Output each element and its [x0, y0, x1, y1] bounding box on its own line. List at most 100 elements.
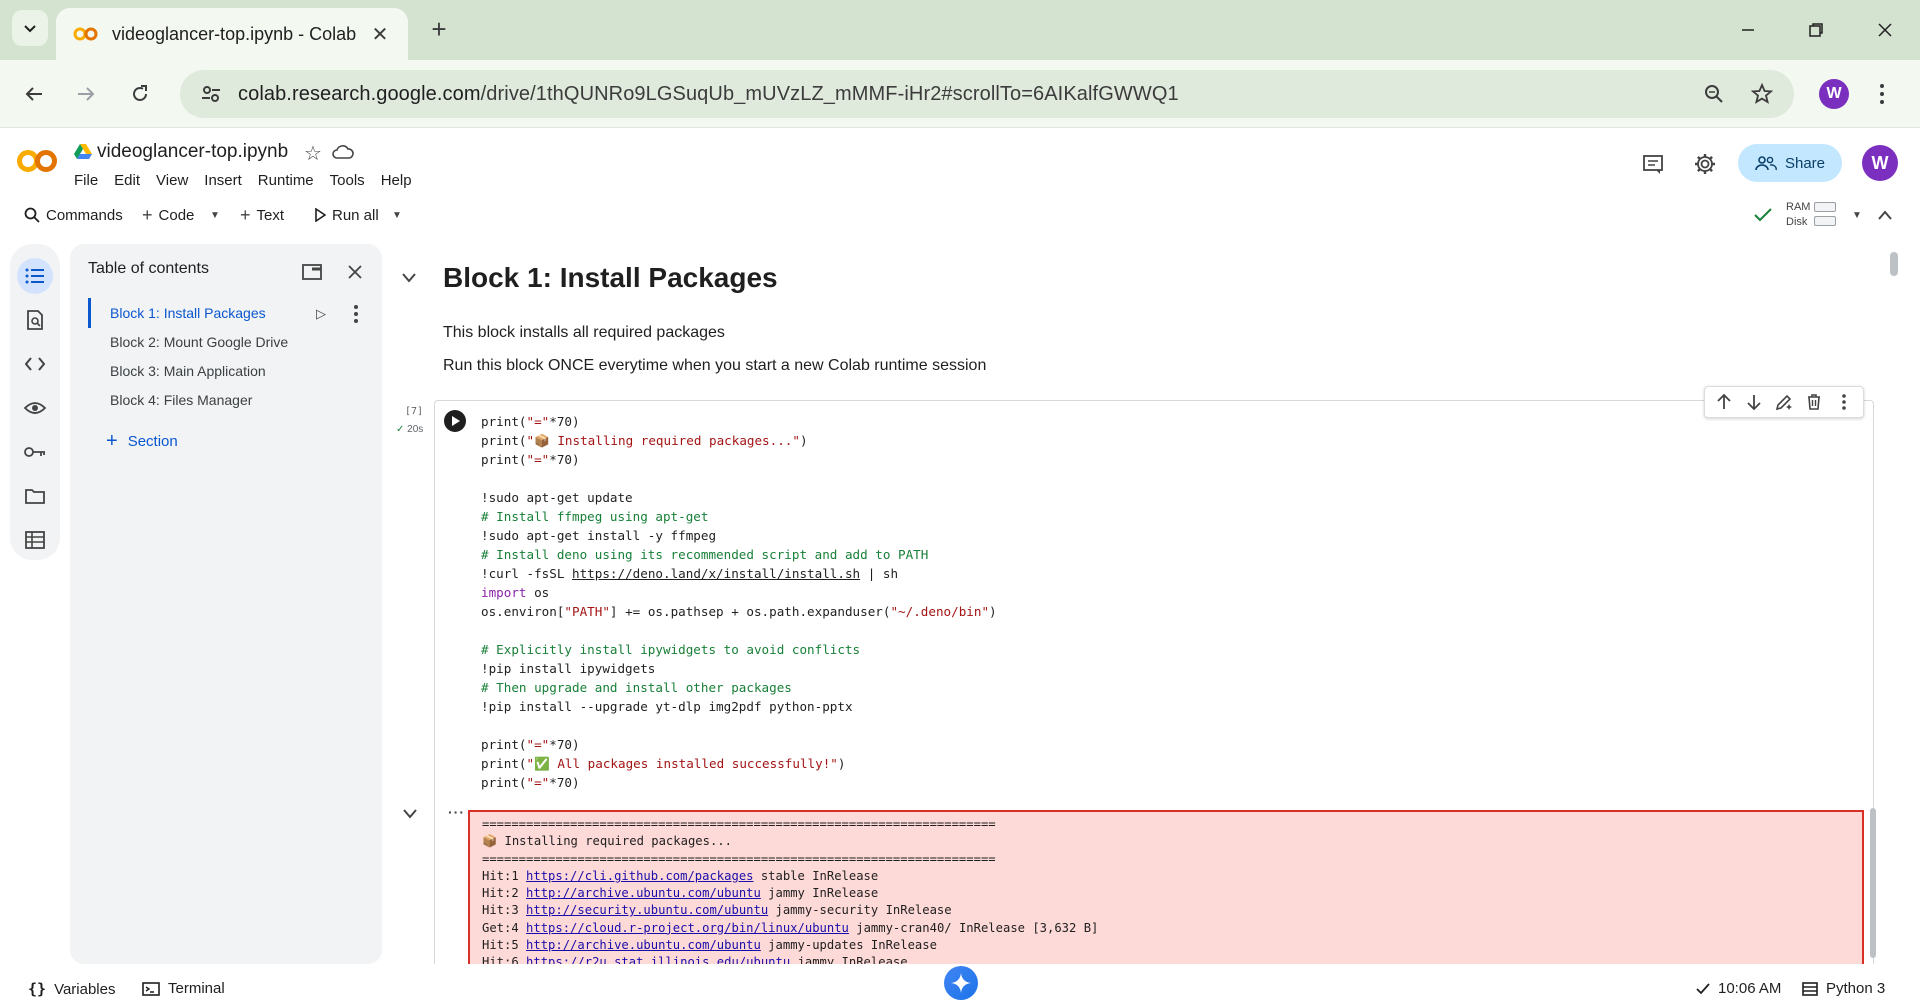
output-line: Hit:6 https://r2u.stat.illinois.edu/ubun… — [482, 954, 1850, 964]
notebook-scrollbar[interactable] — [1890, 252, 1898, 276]
share-button[interactable]: Share — [1738, 144, 1842, 182]
browser-profile-avatar[interactable]: W — [1819, 79, 1849, 109]
toc-item-block-3[interactable]: Block 3: Main Application — [110, 363, 266, 379]
star-icon[interactable]: ☆ — [304, 141, 322, 166]
new-tab-button[interactable]: + — [424, 14, 454, 44]
minimize-button[interactable] — [1728, 12, 1768, 48]
colab-logo-icon[interactable] — [16, 148, 58, 174]
code-snippets-rail-button[interactable] — [17, 346, 53, 382]
toc-item-block-2[interactable]: Block 2: Mount Google Drive — [110, 334, 288, 350]
output-link[interactable]: http://archive.ubuntu.com/ubuntu — [526, 886, 761, 900]
chevron-up-icon — [1878, 210, 1892, 220]
disk-label: Disk — [1786, 216, 1808, 228]
menu-insert[interactable]: Insert — [204, 172, 242, 189]
cell-output[interactable]: ========================================… — [468, 810, 1864, 964]
variables-button[interactable]: {} Variables — [28, 980, 115, 998]
address-bar[interactable]: colab.research.google.com/drive/1thQUNRo… — [180, 70, 1794, 118]
output-link[interactable]: https://cli.github.com/packages — [526, 869, 753, 883]
collapse-output-chevron-icon[interactable] — [403, 806, 417, 822]
terminal-button[interactable]: Terminal — [142, 980, 225, 997]
output-link[interactable]: http://security.ubuntu.com/ubuntu — [526, 903, 768, 917]
close-panel-icon[interactable] — [343, 260, 367, 284]
run-all-button[interactable]: Run all — [314, 202, 379, 228]
ram-disk-indicator[interactable]: RAM Disk — [1786, 200, 1810, 230]
run-all-dropdown[interactable]: ▼ — [392, 202, 402, 228]
edit-cell-button[interactable] — [1772, 390, 1796, 414]
resources-dropdown[interactable]: ▼ — [1852, 202, 1862, 228]
menu-help[interactable]: Help — [381, 172, 412, 189]
runtime-list-icon — [1802, 981, 1818, 996]
commands-button[interactable]: Commands — [24, 202, 123, 228]
settings-gear-icon[interactable] — [1691, 150, 1719, 178]
ram-label: RAM — [1786, 201, 1811, 213]
secrets-rail-button[interactable] — [17, 434, 53, 470]
menu-edit[interactable]: Edit — [114, 172, 140, 189]
add-code-button[interactable]: + Code — [142, 202, 194, 228]
toc-rail-button[interactable] — [17, 258, 53, 294]
arrow-up-icon — [1717, 394, 1731, 409]
google-drive-icon[interactable] — [74, 144, 92, 160]
add-section-button[interactable]: + Section — [106, 430, 178, 453]
more-vert-icon[interactable] — [346, 304, 366, 324]
code-editor[interactable]: print("="*70) print("📦 Installing require… — [481, 412, 997, 792]
forward-button[interactable] — [68, 76, 104, 112]
collapse-header-button[interactable] — [1878, 202, 1892, 228]
restore-button[interactable] — [1796, 12, 1836, 48]
chevron-down-icon — [24, 25, 36, 33]
code-dropdown[interactable]: ▼ — [210, 202, 220, 228]
add-text-button[interactable]: + Text — [240, 202, 284, 228]
output-actions-icon[interactable]: ··· — [448, 804, 465, 820]
plus-icon: + — [106, 430, 118, 452]
find-rail-button[interactable] — [17, 302, 53, 338]
data-table-rail-button[interactable] — [17, 522, 53, 558]
bookmark-star-icon[interactable] — [1746, 78, 1778, 110]
user-avatar[interactable]: W — [1862, 145, 1898, 181]
browser-menu-icon[interactable] — [1872, 78, 1892, 110]
move-cell-down-button[interactable] — [1742, 390, 1766, 414]
tab-search-button[interactable] — [12, 10, 48, 46]
output-scrollbar[interactable] — [1870, 808, 1876, 958]
run-cell-button[interactable] — [444, 410, 466, 432]
collapse-section-chevron-icon[interactable] — [402, 270, 416, 286]
menu-file[interactable]: File — [74, 172, 98, 189]
notebook-title[interactable]: videoglancer-top.ipynb — [97, 141, 288, 163]
reload-button[interactable] — [122, 76, 158, 112]
site-info-icon[interactable] — [200, 81, 226, 107]
plus-icon: + — [240, 204, 251, 225]
cloud-icon[interactable] — [332, 144, 354, 160]
output-link[interactable]: https://r2u.stat.illinois.edu/ubuntu — [526, 955, 790, 964]
zoom-icon[interactable] — [1698, 78, 1730, 110]
delete-cell-button[interactable] — [1802, 390, 1826, 414]
menu-runtime[interactable]: Runtime — [258, 172, 314, 189]
url-text[interactable]: colab.research.google.com/drive/1thQUNRo… — [238, 83, 1682, 106]
find-in-page-icon — [27, 310, 43, 330]
menu-view[interactable]: View — [156, 172, 188, 189]
caret-down-icon: ▼ — [1852, 209, 1862, 221]
caret-down-icon: ▼ — [392, 209, 402, 221]
menu-tools[interactable]: Tools — [330, 172, 365, 189]
back-button[interactable] — [16, 76, 52, 112]
play-icon — [315, 208, 326, 222]
play-icon — [452, 416, 460, 426]
code-line: # Then upgrade and install other package… — [481, 680, 792, 695]
output-link[interactable]: http://archive.ubuntu.com/ubuntu — [526, 938, 761, 952]
output-link[interactable]: https://cloud.r-project.org/bin/linux/ub… — [526, 921, 849, 935]
tab-close-icon[interactable]: ✕ — [368, 22, 392, 47]
execution-status[interactable]: 10:06 AM — [1696, 980, 1781, 997]
close-window-button[interactable] — [1865, 12, 1905, 48]
comments-icon[interactable] — [1639, 150, 1667, 178]
runtime-indicator[interactable]: Python 3 — [1802, 980, 1885, 997]
toc-item-block-1[interactable]: Block 1: Install Packages — [110, 305, 266, 321]
toc-item-block-4[interactable]: Block 4: Files Manager — [110, 392, 252, 408]
execution-time-label: 10:06 AM — [1718, 980, 1782, 997]
variables-inspector-rail-button[interactable] — [17, 390, 53, 426]
browser-tab-active[interactable]: videoglancer-top.ipynb - Colab ✕ — [56, 8, 408, 60]
run-section-icon[interactable]: ▷ — [316, 306, 326, 322]
move-cell-up-button[interactable] — [1712, 390, 1736, 414]
gemini-sparkle-button[interactable] — [944, 966, 978, 1000]
more-actions-icon[interactable] — [1832, 390, 1856, 414]
open-in-tab-icon[interactable] — [300, 260, 324, 284]
files-rail-button[interactable] — [17, 478, 53, 514]
